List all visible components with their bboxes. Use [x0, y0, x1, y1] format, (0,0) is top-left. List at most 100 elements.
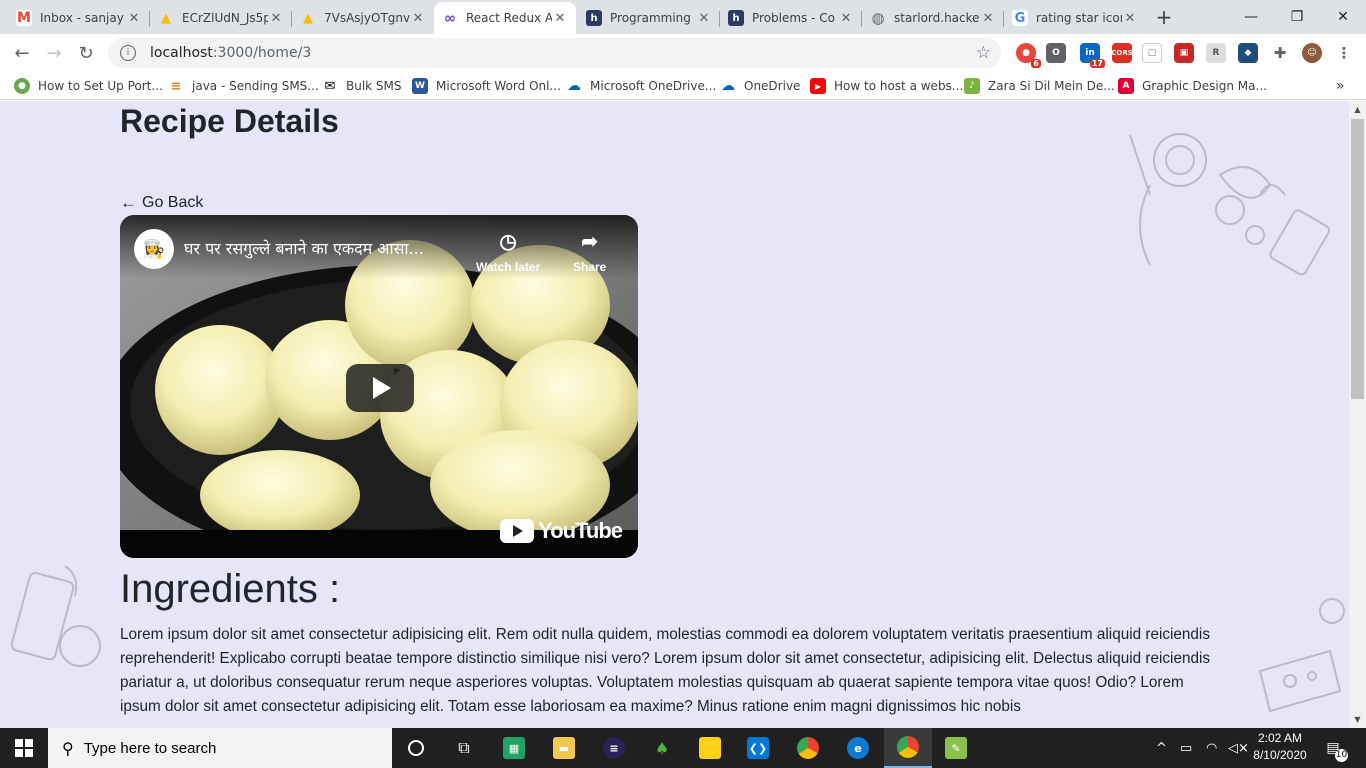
- tab-react-redux[interactable]: ∞ React Redux A ✕: [434, 2, 576, 34]
- address-bar[interactable]: i localhost:3000/home/3 ☆: [108, 38, 1001, 68]
- new-tab-button[interactable]: +: [1152, 5, 1176, 29]
- tab-drive-1[interactable]: ▲ ECrZlUdN_Js5p ✕: [150, 2, 292, 34]
- stackoverflow-icon: ≡: [170, 78, 182, 94]
- puzzle-icon[interactable]: ✚: [1270, 43, 1290, 63]
- drive-icon: ▲: [303, 10, 313, 26]
- close-icon[interactable]: ✕: [838, 11, 854, 26]
- minimize-button[interactable]: —: [1228, 0, 1274, 34]
- onedrive-icon: ☁: [567, 78, 581, 94]
- tab-inbox[interactable]: M Inbox - sanjay ✕: [8, 2, 150, 34]
- bookmark-item[interactable]: W Microsoft Word Onl...: [412, 76, 561, 96]
- close-window-button[interactable]: ✕: [1320, 0, 1366, 34]
- taskbar-app-edge[interactable]: e: [834, 728, 882, 768]
- youtube-logo[interactable]: YouTube: [500, 518, 623, 544]
- share-button[interactable]: ➦ Share: [573, 229, 606, 274]
- taskbar-app-eclipse[interactable]: ≡: [590, 728, 638, 768]
- tab-title: starlord.hacke: [894, 11, 980, 25]
- tab-rating-star[interactable]: G rating star icor ✕: [1004, 2, 1146, 34]
- linkedin-icon[interactable]: in 17: [1080, 43, 1105, 68]
- extension-icon[interactable]: ▢: [1142, 43, 1162, 63]
- taskbar-app-notepad[interactable]: ✎: [932, 728, 980, 768]
- taskbar-app-chrome-active[interactable]: [884, 728, 932, 768]
- notifications-button[interactable]: ▤ 10: [1320, 736, 1348, 762]
- taskbar-app-explorer[interactable]: ▬: [540, 728, 588, 768]
- spreadsheet-icon: ▦: [503, 737, 525, 759]
- globe-icon: ◍: [871, 9, 885, 27]
- taskbar-app-mongo[interactable]: ♠: [638, 728, 686, 768]
- scroll-down-icon[interactable]: ▼: [1349, 711, 1366, 728]
- taskbar-app-chrome[interactable]: [784, 728, 832, 768]
- task-view-button[interactable]: ⧉: [440, 728, 488, 768]
- taskbar-search-box[interactable]: ⚲ Type here to search: [48, 728, 392, 768]
- youtube-video-embed[interactable]: 👩‍🍳 घर पर रसगुल्ले बनाने का एकदम आसा... …: [120, 215, 638, 558]
- bookmark-item[interactable]: ☁ Microsoft OneDrive...: [566, 76, 716, 96]
- reload-icon[interactable]: ↻: [72, 39, 100, 67]
- forward-arrow-icon[interactable]: →: [40, 39, 68, 67]
- bookmark-star-icon[interactable]: ☆: [976, 43, 991, 63]
- bookmark-item[interactable]: ▶ How to host a webs...: [810, 76, 963, 96]
- close-icon[interactable]: ✕: [980, 11, 996, 26]
- close-icon[interactable]: ✕: [552, 11, 568, 26]
- play-button[interactable]: [346, 364, 414, 412]
- task-view-icon: ⧉: [458, 738, 470, 757]
- watch-later-button[interactable]: ◷ Watch later: [476, 229, 540, 274]
- close-icon[interactable]: ✕: [1122, 11, 1138, 26]
- windows-taskbar: ⚲ Type here to search ⧉ ▦ ▬ ≡ ♠ ❮❯ e ✎ ^…: [0, 728, 1366, 768]
- close-icon[interactable]: ✕: [268, 11, 284, 26]
- bookmark-item[interactable]: ♪ Zara Si Dil Mein De...: [964, 76, 1115, 96]
- bookmark-item[interactable]: ● How to Set Up Port...: [14, 76, 163, 96]
- close-icon[interactable]: ✕: [410, 11, 426, 26]
- eclipse-icon: ≡: [603, 737, 625, 759]
- windows-start-button[interactable]: [0, 728, 48, 768]
- info-icon[interactable]: i: [120, 45, 136, 61]
- edge-icon: e: [847, 737, 869, 759]
- chrome-icon: [797, 737, 819, 759]
- ingredients-heading: Ingredients :: [120, 567, 341, 611]
- play-icon: [373, 377, 391, 399]
- bookmark-item[interactable]: ✉ Bulk SMS: [322, 76, 402, 96]
- tab-programming[interactable]: h Programming ✕: [578, 2, 720, 34]
- close-icon[interactable]: ✕: [696, 11, 712, 26]
- drive-icon: ▲: [161, 10, 171, 26]
- more-bookmarks-icon[interactable]: »: [1336, 76, 1345, 96]
- url-text[interactable]: localhost:3000/home/3: [150, 45, 311, 61]
- hackerrank-icon: h: [586, 10, 602, 26]
- cortana-icon: [408, 740, 424, 756]
- site-icon: ●: [14, 78, 30, 94]
- back-arrow-icon[interactable]: ←: [8, 39, 36, 67]
- battery-icon[interactable]: ▭: [1180, 728, 1192, 768]
- video-title[interactable]: घर पर रसगुल्ले बनाने का एकदम आसा...: [184, 237, 464, 259]
- bookmark-item[interactable]: A Graphic Design Ma...: [1118, 76, 1267, 96]
- office-icon[interactable]: O: [1046, 43, 1066, 63]
- taskbar-app-notes[interactable]: [686, 728, 734, 768]
- bookmark-item[interactable]: ☁ OneDrive: [720, 76, 800, 96]
- menu-icon[interactable]: ⋮: [1334, 43, 1354, 63]
- go-back-link[interactable]: ← Go Back: [120, 193, 203, 213]
- taskbar-app-vscode[interactable]: ❮❯: [734, 728, 782, 768]
- extension-icon[interactable]: ● 6: [1016, 43, 1041, 68]
- extension-icon[interactable]: ◆: [1238, 43, 1258, 63]
- notification-count: 10: [1335, 749, 1348, 762]
- close-icon[interactable]: ✕: [126, 11, 142, 26]
- wifi-icon[interactable]: ◠: [1206, 728, 1217, 768]
- system-clock[interactable]: 2:02 AM 8/10/2020: [1246, 730, 1314, 764]
- tab-starlord[interactable]: ◍ starlord.hacke ✕: [862, 2, 1004, 34]
- show-hidden-icons[interactable]: ^: [1156, 728, 1167, 768]
- scroll-up-icon[interactable]: ▲: [1349, 101, 1366, 118]
- page-scrollbar[interactable]: ▲ ▼: [1349, 101, 1366, 728]
- tab-drive-2[interactable]: ▲ 7VsAsjyOTgnvl ✕: [292, 2, 434, 34]
- hackerrank-icon: h: [728, 10, 744, 26]
- channel-avatar[interactable]: 👩‍🍳: [134, 229, 174, 269]
- cors-icon[interactable]: CORS: [1111, 43, 1133, 63]
- avatar[interactable]: ☺: [1302, 43, 1322, 63]
- ingredients-text: Lorem ipsum dolor sit amet consectetur a…: [120, 626, 1211, 715]
- extension-icon[interactable]: ▣: [1174, 43, 1194, 63]
- bookmark-item[interactable]: ≡ java - Sending SMS...: [168, 76, 319, 96]
- extension-icon[interactable]: R: [1206, 43, 1226, 63]
- taskbar-app-sheets[interactable]: ▦: [490, 728, 538, 768]
- maximize-button[interactable]: ❐: [1274, 0, 1320, 34]
- scrollbar-thumb[interactable]: [1351, 119, 1364, 399]
- cortana-button[interactable]: [392, 728, 440, 768]
- tab-problems[interactable]: h Problems - Co ✕: [720, 2, 862, 34]
- sticky-note-icon: [699, 737, 721, 759]
